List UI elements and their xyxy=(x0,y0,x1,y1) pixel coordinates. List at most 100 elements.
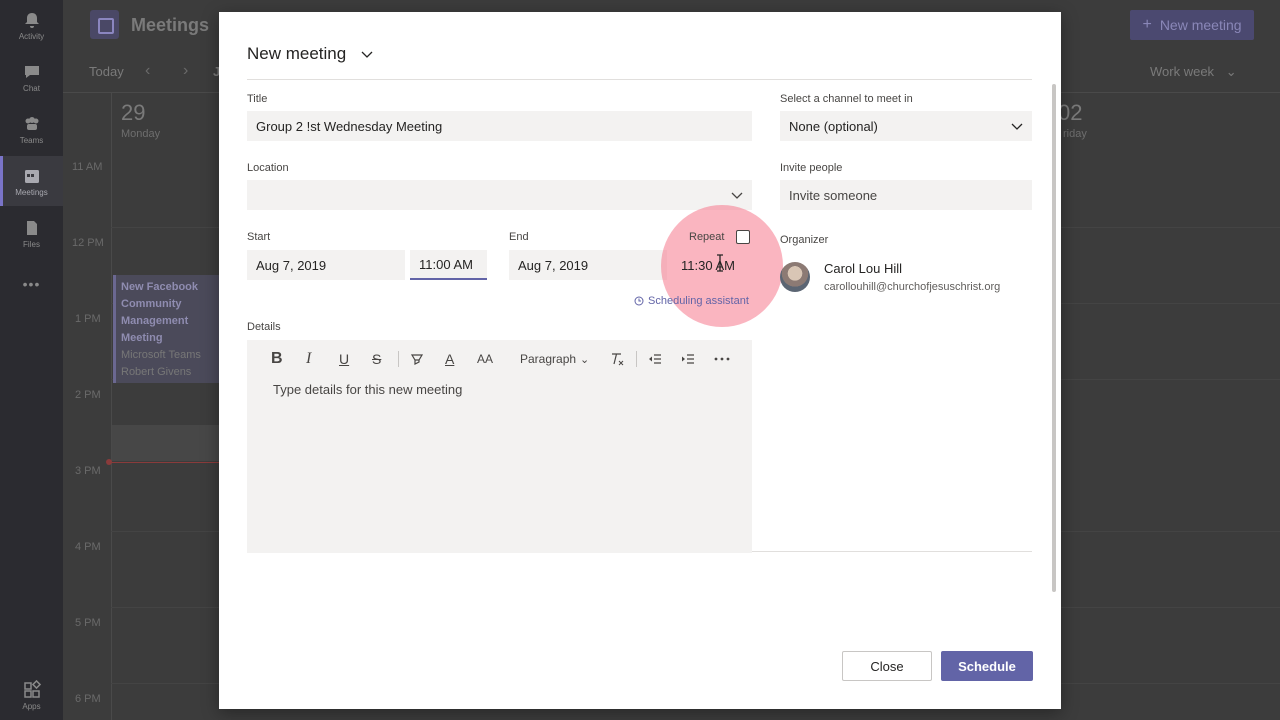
title-input[interactable]: Group 2 !st Wednesday Meeting xyxy=(247,111,752,141)
rail-item-activity[interactable]: Activity xyxy=(0,0,63,50)
repeat-checkbox[interactable] xyxy=(736,230,751,244)
details-placeholder: Type details for this new meeting xyxy=(273,382,463,397)
paragraph-dropdown[interactable]: Paragraph ⌄ xyxy=(520,350,589,368)
day-number: 02 xyxy=(1058,100,1083,125)
organizer-card: Carol Lou Hill carollouhill@churchofjesu… xyxy=(780,261,1000,293)
italic-button[interactable]: I xyxy=(306,350,311,368)
chevron-down-icon[interactable] xyxy=(730,188,744,202)
font-color-button[interactable]: A xyxy=(445,350,454,368)
new-meeting-dialog: New meeting Title Group 2 !st Wednesday … xyxy=(219,12,1061,709)
bold-button[interactable]: B xyxy=(271,350,283,368)
chevron-right-icon[interactable]: › xyxy=(183,62,188,80)
view-selector-label: Work week xyxy=(1150,64,1215,79)
invite-label: Invite people xyxy=(780,162,843,174)
increase-indent-icon[interactable] xyxy=(680,350,696,368)
channel-value: None (optional) xyxy=(789,118,878,134)
organizer-email: carollouhill@churchofjesuschrist.org xyxy=(824,281,1001,293)
chevron-down-icon: ⌄ xyxy=(580,353,590,366)
day-number: 29 xyxy=(121,100,146,125)
end-date-picker[interactable]: Aug 7, 2019 xyxy=(509,250,667,280)
calendar-icon xyxy=(24,169,39,183)
teams-icon xyxy=(25,116,38,130)
current-time-indicator xyxy=(106,459,219,465)
chevron-left-icon[interactable]: ‹ xyxy=(145,62,150,80)
rail-label: Files xyxy=(23,239,40,249)
scheduling-assistant-link[interactable]: Scheduling assistant xyxy=(634,295,749,307)
today-button[interactable]: Today xyxy=(89,64,124,79)
time-label: 6 PM xyxy=(75,693,101,705)
dialog-title[interactable]: New meeting xyxy=(247,44,374,64)
event-title-line: Community xyxy=(121,298,182,310)
chevron-down-icon: ⌄ xyxy=(1225,64,1237,79)
start-time-value: 11:00 AM xyxy=(419,256,473,272)
more-apps-icon[interactable]: ••• xyxy=(0,276,63,292)
end-date-value: Aug 7, 2019 xyxy=(518,257,589,273)
divider xyxy=(247,79,1032,80)
rail-item-chat[interactable]: Chat xyxy=(0,52,63,102)
rail-item-teams[interactable]: Teams xyxy=(0,104,63,154)
toolbar-divider xyxy=(636,351,637,367)
organizer-name: Carol Lou Hill xyxy=(824,261,903,276)
end-time-value: 11:30 AM xyxy=(681,257,735,273)
rail-label: Chat xyxy=(23,83,40,93)
start-time-picker[interactable]: 11:00 AM xyxy=(410,250,487,280)
file-icon xyxy=(26,220,37,235)
scrollbar[interactable] xyxy=(1052,84,1056,592)
chevron-down-icon xyxy=(1011,123,1023,130)
repeat-toggle[interactable]: Repeat xyxy=(689,230,751,244)
rail-item-apps[interactable]: Apps xyxy=(0,670,63,720)
font-size-button[interactable]: AA xyxy=(477,350,493,368)
chat-icon xyxy=(24,65,39,78)
invite-placeholder: Invite someone xyxy=(789,187,878,203)
time-label: 11 AM xyxy=(72,161,103,173)
meetings-calendar-icon xyxy=(90,10,119,39)
rail-item-meetings[interactable]: Meetings xyxy=(0,156,63,206)
paragraph-label: Paragraph xyxy=(520,352,577,366)
avatar xyxy=(780,262,810,292)
highlight-icon[interactable] xyxy=(409,350,425,368)
channel-label: Select a channel to meet in xyxy=(780,93,913,105)
time-label: 4 PM xyxy=(75,541,101,553)
scheduling-assistant-label: Scheduling assistant xyxy=(648,295,749,307)
details-label: Details xyxy=(247,321,281,333)
details-editor[interactable]: B I U S A AA Paragraph ⌄ Type details fo… xyxy=(247,340,752,553)
underline-button[interactable]: U xyxy=(339,350,349,368)
calendar-event[interactable]: New Facebook Community Management Meetin… xyxy=(113,275,219,383)
decrease-indent-icon[interactable] xyxy=(647,350,663,368)
close-button[interactable]: Close xyxy=(842,651,932,681)
time-label: 2 PM xyxy=(75,389,101,401)
view-selector[interactable]: Work week ⌄ xyxy=(1150,64,1237,80)
start-label: Start xyxy=(247,231,271,243)
start-date-picker[interactable]: Aug 7, 2019 xyxy=(247,250,405,280)
rail-item-files[interactable]: Files xyxy=(0,208,63,258)
end-time-picker[interactable]: 11:30 AM xyxy=(672,250,749,280)
title-label: Title xyxy=(247,93,268,105)
event-title-line: New Facebook xyxy=(121,281,199,293)
end-label: End xyxy=(509,231,529,243)
time-label: 12 PM xyxy=(72,237,104,249)
clear-formatting-icon[interactable] xyxy=(609,350,625,368)
bell-icon xyxy=(24,12,39,28)
clock-icon xyxy=(634,296,644,306)
location-label: Location xyxy=(247,162,289,174)
rail-label: Teams xyxy=(19,135,44,145)
more-options-icon[interactable] xyxy=(713,350,731,368)
new-meeting-button[interactable]: + New meeting xyxy=(1130,10,1254,40)
location-input[interactable] xyxy=(247,180,752,210)
channel-dropdown[interactable]: None (optional) xyxy=(780,111,1032,141)
event-title-line: Management xyxy=(121,315,189,327)
day-name: riday xyxy=(1063,128,1087,140)
event-organizer: Robert Givens xyxy=(121,366,192,378)
time-label: 1 PM xyxy=(75,313,101,325)
time-label: 3 PM xyxy=(75,465,101,477)
page-title: Meetings xyxy=(131,15,210,35)
divider xyxy=(111,92,112,720)
plus-icon: + xyxy=(1142,16,1152,33)
app-rail: Activity Chat Teams Meetings Files ••• A… xyxy=(0,0,63,720)
strikethrough-button[interactable]: S xyxy=(372,350,381,368)
schedule-button[interactable]: Schedule xyxy=(941,651,1033,681)
divider xyxy=(752,551,1032,552)
start-date-value: Aug 7, 2019 xyxy=(256,257,327,273)
time-label: 5 PM xyxy=(75,617,101,629)
invite-input[interactable]: Invite someone xyxy=(780,180,1032,210)
